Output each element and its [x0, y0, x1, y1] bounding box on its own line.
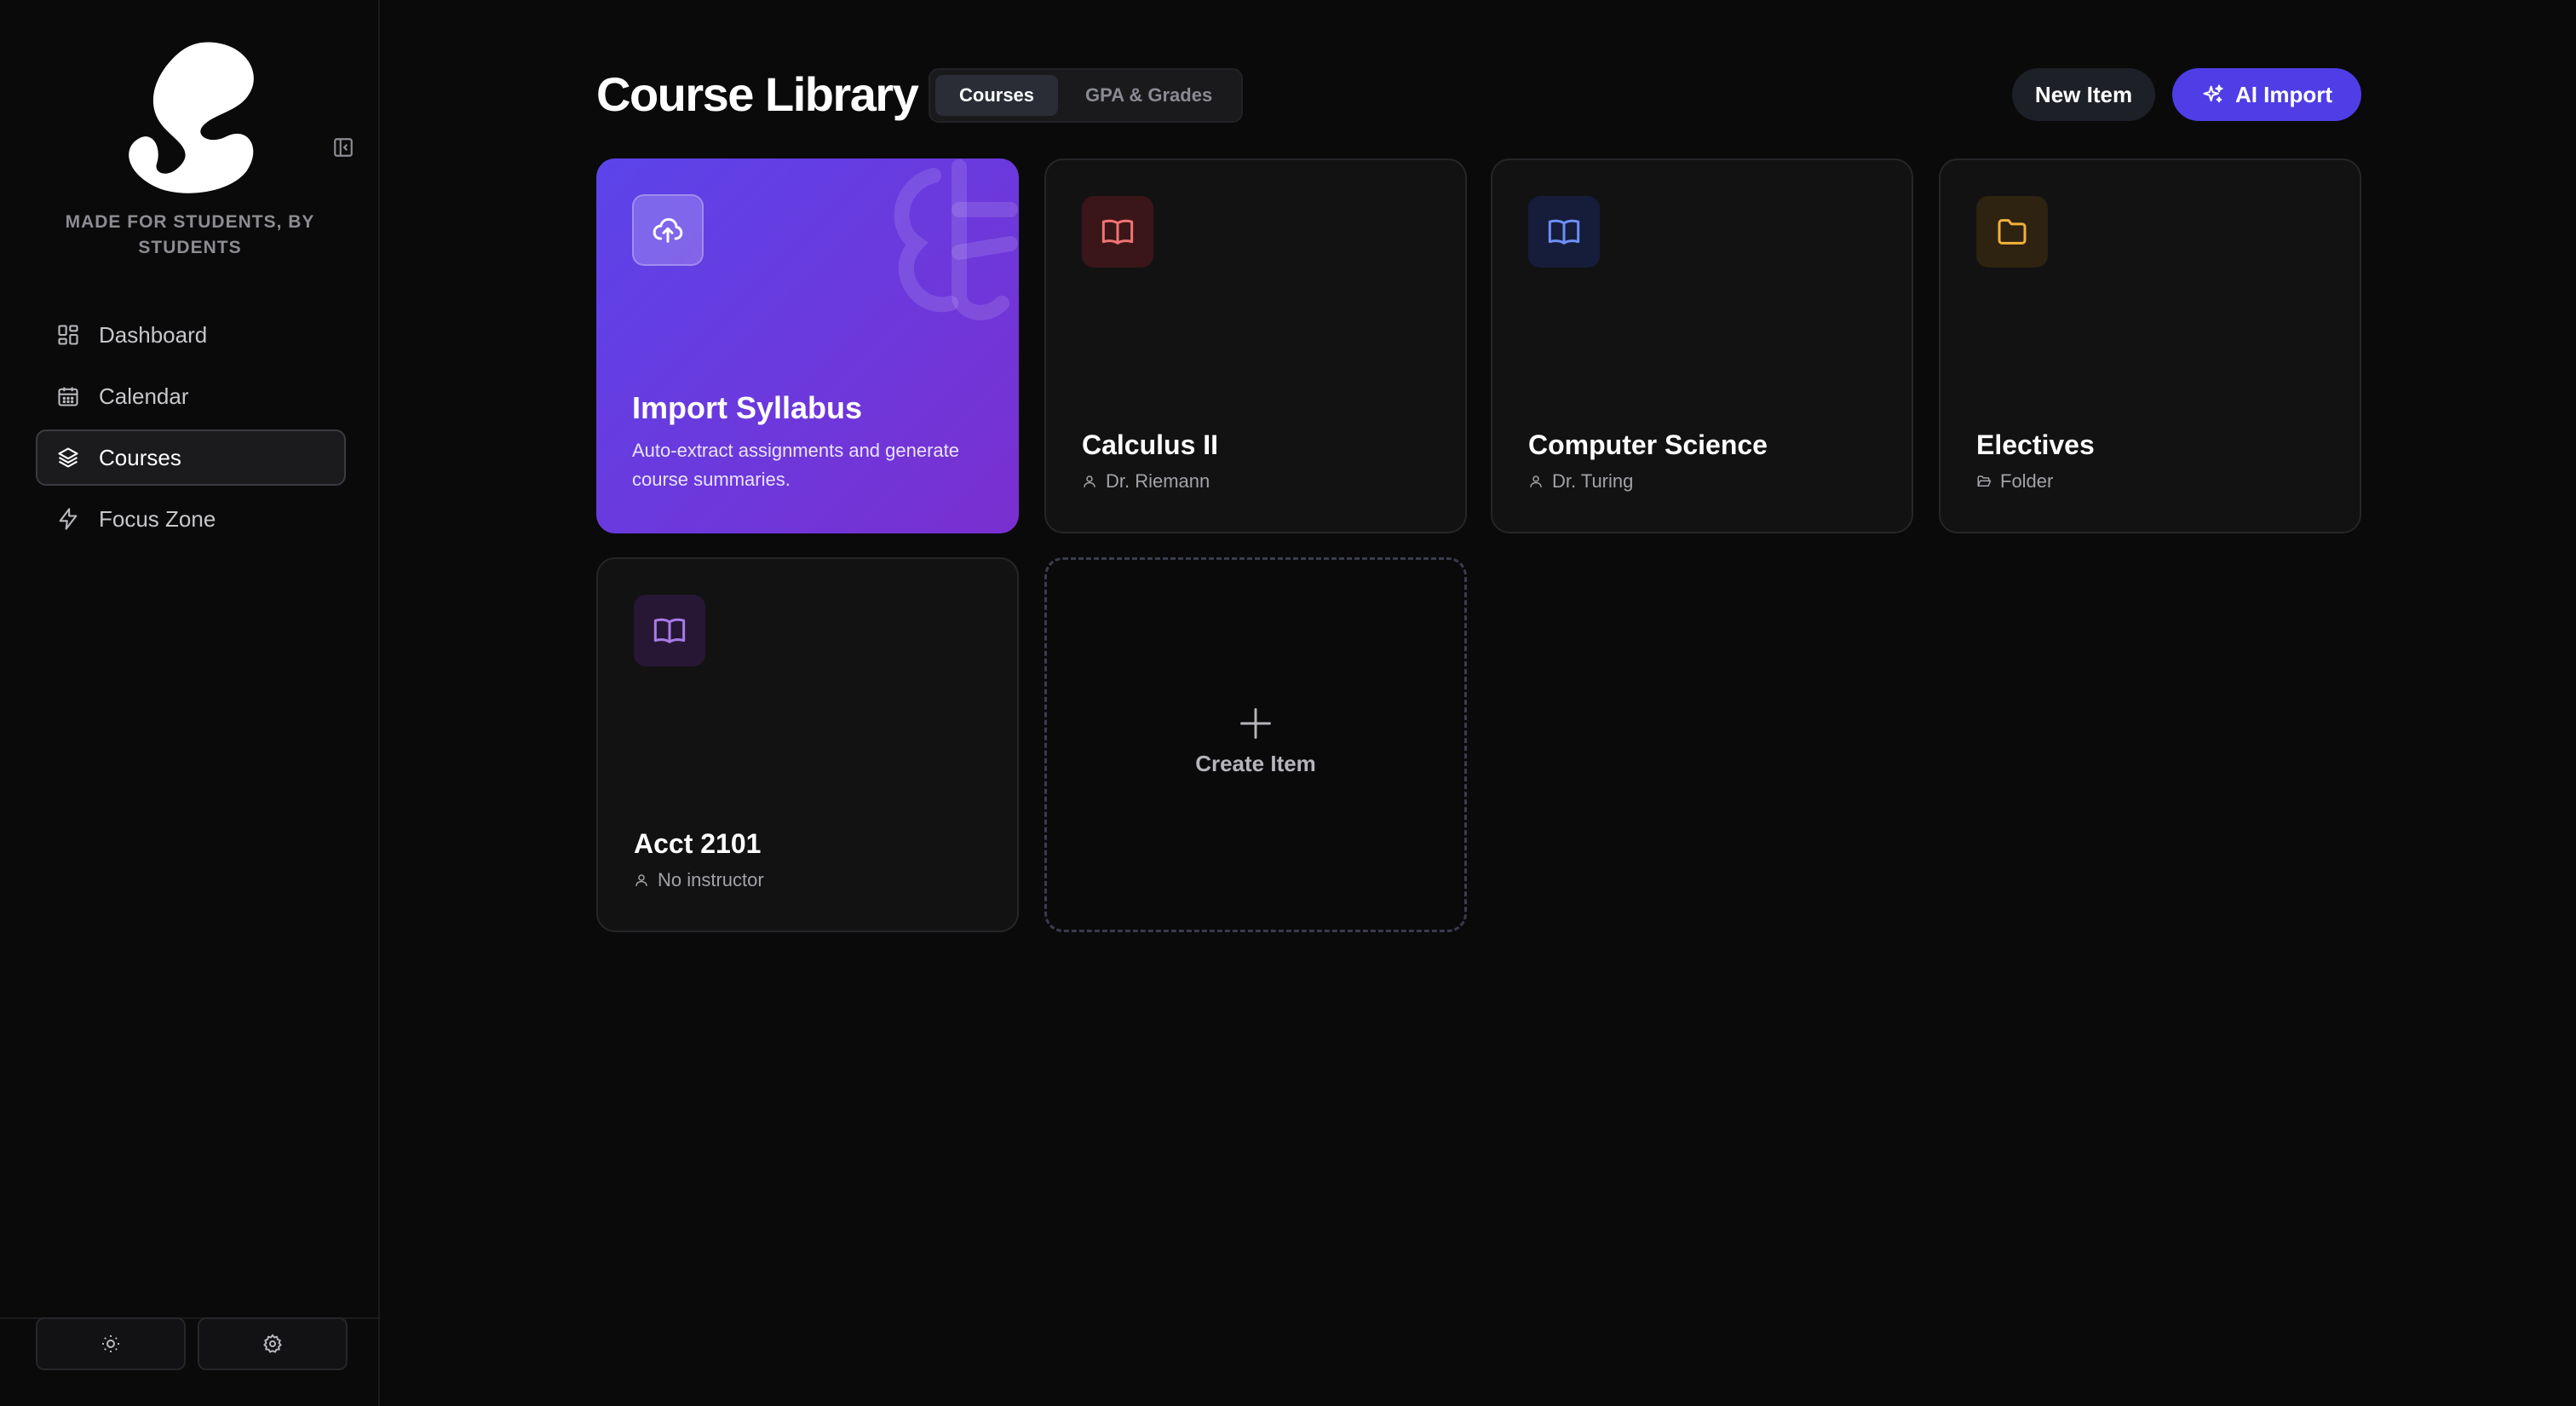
book-icon	[1548, 219, 1580, 245]
course-card-acct-2101[interactable]: Acct 2101 No instructor	[596, 557, 1019, 932]
app-logo	[129, 42, 254, 193]
sidebar-item-focus-zone[interactable]: Focus Zone	[36, 491, 346, 547]
sidebar-item-dashboard[interactable]: Dashboard	[36, 307, 346, 363]
card-title: Calculus II	[1082, 429, 1219, 460]
layers-icon	[56, 446, 80, 470]
user-icon	[1084, 475, 1095, 487]
collapse-sidebar-button[interactable]	[331, 135, 356, 160]
user-icon	[635, 874, 647, 886]
sidebar-toggle-icon	[334, 138, 353, 157]
card-instructor: No instructor	[634, 869, 764, 891]
card-type: Folder	[1976, 470, 2053, 493]
ai-import-label: AI Import	[2234, 81, 2333, 107]
card-subtitle: Dr. Riemann	[1106, 470, 1210, 492]
tab-courses[interactable]: Courses	[935, 75, 1059, 116]
folder-icon	[1998, 219, 2027, 245]
sun-icon	[102, 1335, 119, 1352]
folder-open-icon	[1977, 475, 1992, 487]
card-title: Import Syllabus	[632, 390, 863, 425]
sidebar-item-label: Calendar	[99, 383, 189, 409]
cloud-upload-icon	[653, 218, 683, 243]
ai-import-button[interactable]: AI Import	[2172, 68, 2361, 121]
card-subtitle: No instructor	[658, 869, 764, 890]
card-subtitle: Dr. Turing	[1552, 470, 1634, 492]
sidebar-item-courses[interactable]: Courses	[36, 429, 346, 486]
card-instructor: Dr. Riemann	[1082, 470, 1210, 493]
course-icon-box	[1082, 196, 1153, 268]
settings-button[interactable]	[198, 1317, 348, 1370]
course-card-computer-science[interactable]: Computer Science Dr. Turing	[1491, 158, 1913, 533]
card-title: Electives	[1976, 429, 2095, 460]
lightning-icon	[56, 507, 80, 531]
gear-icon	[263, 1334, 282, 1353]
card-title: Acct 2101	[634, 828, 762, 859]
import-syllabus-card[interactable]: Import Syllabus Auto-extract assignments…	[596, 158, 1019, 533]
sidebar-nav: Dashboard Calendar Courses Focus Zone	[36, 307, 346, 552]
folder-icon-box	[1976, 196, 2048, 268]
dashboard-icon	[56, 323, 80, 347]
import-icon-box	[632, 194, 704, 266]
new-item-button[interactable]: New Item	[2012, 68, 2155, 121]
tab-gpa-grades[interactable]: GPA & Grades	[1061, 75, 1236, 116]
create-item-content: Create Item	[1047, 705, 1464, 777]
sidebar-item-label: Dashboard	[99, 321, 208, 348]
sparkles-icon	[2203, 84, 2223, 103]
book-icon	[653, 618, 686, 643]
theme-toggle-button[interactable]	[36, 1317, 186, 1370]
create-item-card[interactable]: Create Item	[1044, 557, 1467, 932]
tagline: MADE FOR STUDENTS, BY STUDENTS	[65, 212, 315, 257]
card-subtitle: Folder	[2000, 470, 2054, 492]
book-icon	[1101, 219, 1134, 245]
card-description: Auto-extract assignments and generate co…	[632, 440, 960, 490]
card-title: Computer Science	[1528, 429, 1768, 460]
view-tabs: Courses GPA & Grades	[929, 68, 1244, 123]
user-icon	[1530, 475, 1542, 487]
folder-card-electives[interactable]: Electives Folder	[1939, 158, 2361, 533]
card-instructor: Dr. Turing	[1528, 470, 1633, 493]
calendar-icon	[56, 384, 80, 408]
create-item-label: Create Item	[1195, 751, 1316, 776]
sidebar-item-label: Focus Zone	[99, 505, 216, 532]
sidebar: MADE FOR STUDENTS, BY STUDENTS Dashboard	[0, 0, 380, 1406]
course-icon-box	[1528, 196, 1600, 268]
page-title: Course Library	[596, 67, 919, 121]
sidebar-item-calendar[interactable]: Calendar	[36, 368, 346, 424]
sidebar-item-label: Courses	[99, 444, 181, 470]
plus-icon	[1240, 708, 1271, 739]
course-card-calculus[interactable]: Calculus II Dr. Riemann	[1044, 158, 1467, 533]
course-icon-box	[634, 595, 705, 666]
brain-watermark-icon	[894, 159, 1018, 320]
